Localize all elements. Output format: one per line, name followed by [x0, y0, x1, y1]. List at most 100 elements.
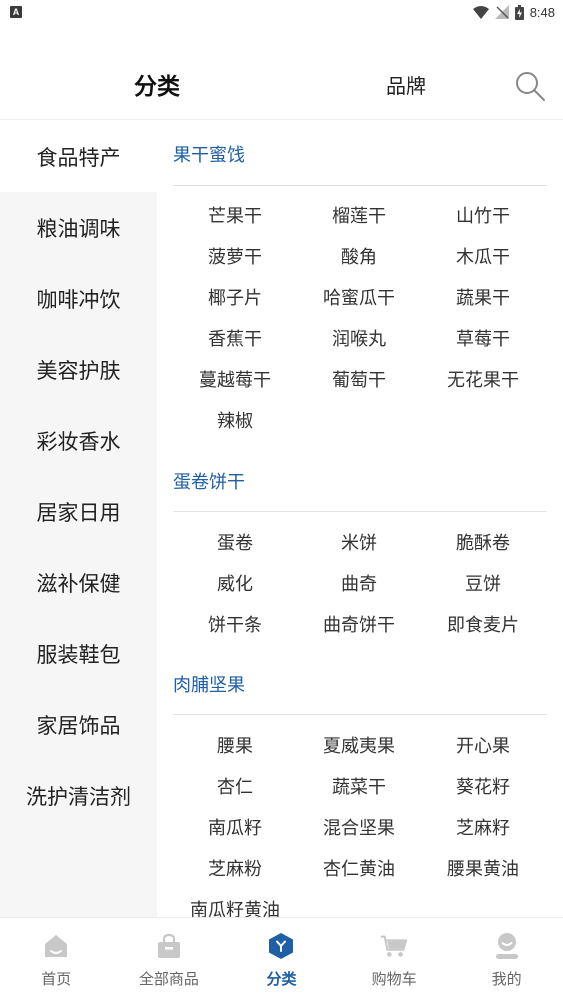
- grid-row: 杏仁 蔬菜干 葵花籽: [173, 765, 547, 806]
- subcategory-grid: 腰果 夏威夷果 开心果 杏仁 蔬菜干 葵花籽 南瓜籽 混合坚果 芝麻籽 芝麻粉 …: [173, 724, 547, 918]
- grid-row: 芝麻粉 杏仁黄油 腰果黄油: [173, 847, 547, 888]
- subcategory-item[interactable]: 杏仁: [173, 773, 297, 799]
- sidebar-item-household[interactable]: 居家日用: [0, 476, 157, 547]
- subcategory-item[interactable]: 豆饼: [421, 570, 545, 596]
- grid-row: 饼干条 曲奇饼干 即食麦片: [173, 603, 547, 644]
- subcategory-item[interactable]: 南瓜籽黄油: [173, 896, 297, 918]
- subcategory-item[interactable]: 蔬果干: [421, 284, 545, 310]
- subcategory-item[interactable]: 夏威夷果: [297, 732, 421, 758]
- subcategory-grid: 蛋卷 米饼 脆酥卷 威化 曲奇 豆饼 饼干条 曲奇饼干 即食麦片: [173, 521, 547, 644]
- grid-row: 威化 曲奇 豆饼: [173, 562, 547, 603]
- sidebar-item-makeup[interactable]: 彩妆香水: [0, 405, 157, 476]
- status-time: 8:48: [529, 4, 555, 20]
- profile-icon: [495, 933, 518, 959]
- subcategory-item[interactable]: 菠萝干: [173, 243, 297, 269]
- no-signal-icon: [494, 5, 509, 19]
- category-icon: [269, 933, 294, 959]
- grid-row: 辣椒: [173, 399, 547, 440]
- subcategory-item[interactable]: 蛋卷: [173, 529, 297, 555]
- nav-label: 我的: [491, 970, 522, 988]
- grid-row: 椰子片 哈蜜瓜干 蔬果干: [173, 276, 547, 317]
- subcategory-item[interactable]: 润喉丸: [297, 325, 421, 351]
- nav-home[interactable]: 首页: [0, 918, 113, 1002]
- search-button[interactable]: [510, 68, 550, 104]
- subcategory-item[interactable]: 杏仁黄油: [297, 855, 421, 881]
- subcategory-item[interactable]: 香蕉干: [173, 325, 297, 351]
- battery-charging-icon: [514, 4, 524, 20]
- subcategory-item[interactable]: 米饼: [297, 529, 421, 555]
- subcategory-item[interactable]: 无花果干: [421, 366, 545, 392]
- section-title: 蛋卷饼干: [173, 472, 245, 493]
- nav-label: 首页: [41, 970, 72, 988]
- sidebar-item-home-decor[interactable]: 家居饰品: [0, 689, 157, 760]
- grid-row: 蔓越莓干 葡萄干 无花果干: [173, 358, 547, 399]
- subcategory-item[interactable]: 葵花籽: [421, 773, 545, 799]
- sidebar-item-skincare[interactable]: 美容护肤: [0, 334, 157, 405]
- subcategory-item[interactable]: 椰子片: [173, 284, 297, 310]
- subcategory-item[interactable]: 威化: [173, 570, 297, 596]
- nav-label: 全部商品: [138, 970, 199, 988]
- subcategory-item[interactable]: 开心果: [421, 732, 545, 758]
- section-divider: [173, 714, 547, 715]
- subcategory-item[interactable]: 芒果干: [173, 202, 297, 228]
- grid-row: 芒果干 榴莲干 山竹干: [173, 194, 547, 235]
- subcategory-item[interactable]: 芝麻籽: [421, 814, 545, 840]
- subcategory-item[interactable]: 饼干条: [173, 611, 297, 637]
- tab-category[interactable]: 分类: [0, 48, 314, 120]
- section-divider: [173, 511, 547, 512]
- subcategory-item[interactable]: 腰果黄油: [421, 855, 545, 881]
- nav-cart[interactable]: 购物车: [338, 918, 451, 1002]
- grid-row: 南瓜籽黄油: [173, 888, 547, 918]
- subcategory-item[interactable]: 草莓干: [421, 325, 545, 351]
- wifi-icon: [472, 5, 489, 19]
- sidebar-item-health[interactable]: 滋补保健: [0, 547, 157, 618]
- subcategory-item[interactable]: 腰果: [173, 732, 297, 758]
- subcategory-item[interactable]: 混合坚果: [297, 814, 421, 840]
- nav-label: 购物车: [371, 970, 417, 988]
- category-sidebar: 食品特产 粮油调味 咖啡冲饮 美容护肤 彩妆香水 居家日用 滋补保健 服装鞋包 …: [0, 121, 157, 917]
- nav-label: 分类: [266, 970, 297, 988]
- sidebar-item-apparel[interactable]: 服装鞋包: [0, 618, 157, 689]
- sidebar-item-grain-oil[interactable]: 粮油调味: [0, 192, 157, 263]
- grid-row: 蛋卷 米饼 脆酥卷: [173, 521, 547, 562]
- grid-row: 南瓜籽 混合坚果 芝麻籽: [173, 806, 547, 847]
- sidebar-item-cleaning[interactable]: 洗护清洁剂: [0, 760, 157, 831]
- grid-row: 菠萝干 酸角 木瓜干: [173, 235, 547, 276]
- tab-brand[interactable]: 品牌: [350, 48, 462, 120]
- grid-row: 香蕉干 润喉丸 草莓干: [173, 317, 547, 358]
- section-divider: [173, 185, 547, 186]
- subcategory-item[interactable]: 即食麦片: [421, 611, 545, 637]
- subcategory-item[interactable]: 曲奇饼干: [297, 611, 421, 637]
- section-title: 果干蜜饯: [173, 145, 245, 166]
- subcategory-item[interactable]: 酸角: [297, 243, 421, 269]
- subcategory-item[interactable]: 芝麻粉: [173, 855, 297, 881]
- grid-row: 腰果 夏威夷果 开心果: [173, 724, 547, 765]
- subcategory-item[interactable]: 脆酥卷: [421, 529, 545, 555]
- sidebar-item-food[interactable]: 食品特产: [0, 121, 157, 192]
- section-title: 肉脯坚果: [173, 675, 245, 696]
- subcategory-item[interactable]: 蔬菜干: [297, 773, 421, 799]
- bag-icon: [157, 933, 180, 958]
- subcategory-item[interactable]: 榴莲干: [297, 202, 421, 228]
- search-icon: [516, 72, 545, 101]
- subcategory-item[interactable]: 蔓越莓干: [173, 366, 297, 392]
- nav-all-products[interactable]: 全部商品: [113, 918, 226, 1002]
- subcategory-item[interactable]: 曲奇: [297, 570, 421, 596]
- subcategory-grid: 芒果干 榴莲干 山竹干 菠萝干 酸角 木瓜干 椰子片 哈蜜瓜干 蔬果干 香蕉干 …: [173, 194, 547, 440]
- home-icon: [45, 935, 68, 957]
- nav-profile[interactable]: 我的: [450, 918, 563, 1002]
- sidebar-item-coffee[interactable]: 咖啡冲饮: [0, 263, 157, 334]
- subcategory-item[interactable]: 南瓜籽: [173, 814, 297, 840]
- nav-category[interactable]: 分类: [225, 918, 338, 1002]
- subcategory-item[interactable]: 山竹干: [421, 202, 545, 228]
- subcategory-item[interactable]: 哈蜜瓜干: [297, 284, 421, 310]
- subcategory-content: 果干蜜饯 芒果干 榴莲干 山竹干 菠萝干 酸角 木瓜干 椰子片 哈蜜瓜干 蔬果干…: [157, 121, 563, 917]
- bottom-nav: 首页 全部商品 分类 购物车 我的: [0, 917, 563, 1002]
- status-bar: A 8:48: [0, 0, 563, 24]
- app-notification-icon: A: [10, 6, 22, 18]
- subcategory-item[interactable]: 辣椒: [173, 407, 297, 433]
- subcategory-item[interactable]: 木瓜干: [421, 243, 545, 269]
- top-header: 分类 品牌: [0, 48, 563, 120]
- cart-icon: [381, 935, 408, 957]
- subcategory-item[interactable]: 葡萄干: [297, 366, 421, 392]
